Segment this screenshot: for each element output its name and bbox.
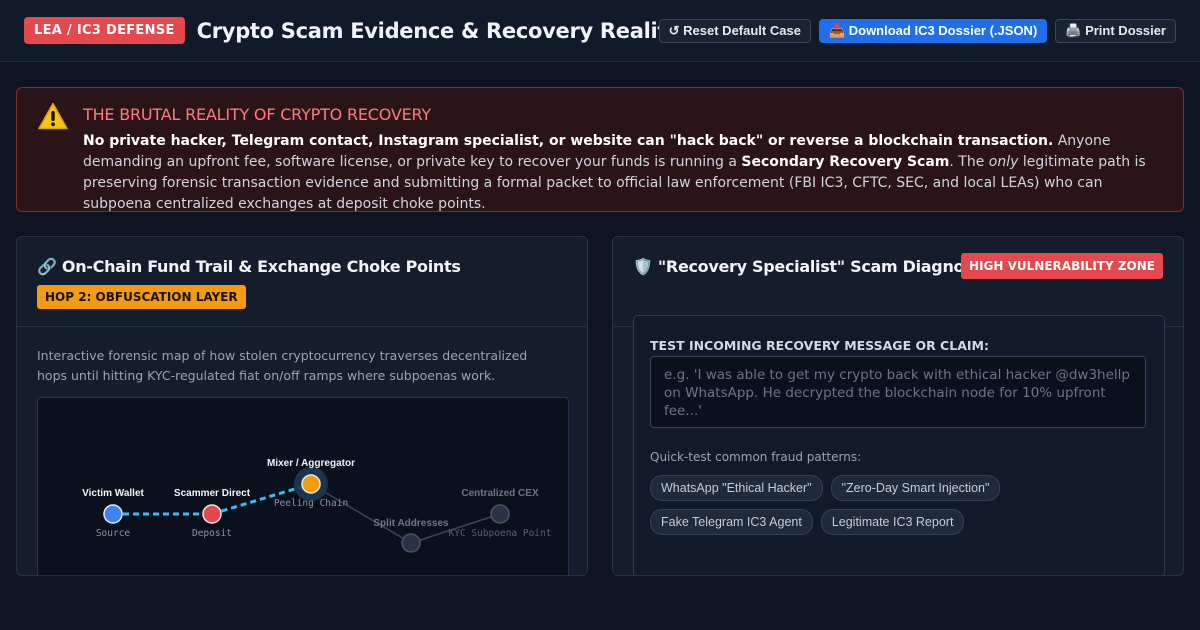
alert-bold-term: Secondary Recovery Scam — [741, 154, 950, 170]
quick-test-label: Quick-test common fraud patterns: — [650, 450, 862, 464]
edge-mixer-split — [310, 483, 412, 544]
alert-bold-intro: No private hacker, Telegram contact, Ins… — [83, 133, 1054, 149]
node-mixer-label: Mixer / Aggregator — [267, 458, 355, 469]
node-scammer-direct-label: Scammer Direct — [174, 488, 251, 499]
diagnostic-title: 🛡️ "Recovery Specialist" Scam Diagnostic — [633, 257, 996, 276]
lea-badge: LEA / IC3 DEFENSE — [24, 17, 185, 44]
node-mixer-dot[interactable] — [301, 474, 321, 494]
fund-trail-header: 🔗 On-Chain Fund Trail & Exchange Choke P… — [17, 237, 587, 327]
node-mixer[interactable]: Mixer / Aggregator Peeling Chain — [267, 458, 355, 509]
fund-trail-description: Interactive forensic map of how stolen c… — [37, 348, 528, 383]
chip-whatsapp-ethical-hacker[interactable]: WhatsApp "Ethical Hacker" — [650, 475, 823, 501]
node-scammer-direct-dot[interactable] — [202, 504, 222, 524]
print-dossier-button[interactable]: 🖨️ Print Dossier — [1055, 19, 1176, 43]
fraud-pattern-chips: WhatsApp "Ethical Hacker" "Zero-Day Smar… — [650, 475, 1150, 535]
alert-title: THE BRUTAL REALITY OF CRYPTO RECOVERY — [83, 105, 431, 124]
node-victim-wallet-sub: Source — [96, 528, 131, 539]
recovery-reality-alert: THE BRUTAL REALITY OF CRYPTO RECOVERY No… — [16, 87, 1184, 212]
alert-italic-word: only — [988, 154, 1019, 170]
scam-diagnostic-panel: 🛡️ "Recovery Specialist" Scam Diagnostic… — [612, 236, 1184, 576]
node-cex-sub: KYC Subpoena Point — [449, 528, 552, 539]
test-message-label: TEST INCOMING RECOVERY MESSAGE OR CLAIM: — [650, 338, 989, 353]
node-split-label: Split Addresses — [373, 518, 449, 529]
recovery-message-input[interactable] — [650, 356, 1146, 428]
node-scammer-direct-sub: Deposit — [192, 528, 232, 539]
message-test-box: TEST INCOMING RECOVERY MESSAGE OR CLAIM:… — [633, 315, 1165, 575]
forensic-map: Victim Wallet Source Scammer Direct Depo… — [37, 397, 569, 575]
node-victim-wallet-dot[interactable] — [103, 504, 123, 524]
download-dossier-button[interactable]: 📥 Download IC3 Dossier (.JSON) — [818, 19, 1048, 43]
vulnerability-zone-badge: HIGH VULNERABILITY ZONE — [961, 253, 1163, 279]
hop-status-badge: HOP 2: OBFUSCATION LAYER — [37, 285, 246, 309]
app-header: LEA / IC3 DEFENSE Crypto Scam Evidence &… — [0, 0, 1200, 62]
header-actions: ↺ Reset Default Case 📥 Download IC3 Doss… — [658, 19, 1176, 43]
node-cex-label: Centralized CEX — [461, 488, 539, 499]
fund-trail-panel: 🔗 On-Chain Fund Trail & Exchange Choke P… — [16, 236, 588, 576]
alert-body: No private hacker, Telegram contact, Ins… — [83, 131, 1163, 215]
diagnostic-header: 🛡️ "Recovery Specialist" Scam Diagnostic… — [613, 237, 1183, 327]
alert-text-2: . The — [949, 154, 989, 170]
node-centralized-cex[interactable]: Centralized CEX KYC Subpoena Point — [449, 488, 552, 539]
fund-trail-graph: Victim Wallet Source Scammer Direct Depo… — [82, 458, 552, 553]
node-mixer-sub: Peeling Chain — [274, 498, 348, 509]
chip-fake-telegram-ic3-agent[interactable]: Fake Telegram IC3 Agent — [650, 509, 813, 535]
chip-legitimate-ic3-report[interactable]: Legitimate IC3 Report — [820, 509, 965, 535]
warning-icon — [38, 102, 68, 130]
chip-zero-day-smart-injection[interactable]: "Zero-Day Smart Injection" — [830, 475, 1001, 501]
fund-trail-title: 🔗 On-Chain Fund Trail & Exchange Choke P… — [37, 257, 461, 276]
node-victim-wallet-label: Victim Wallet — [82, 488, 144, 499]
node-split-dot[interactable] — [401, 533, 421, 553]
node-cex-dot[interactable] — [490, 504, 510, 524]
reset-default-case-button[interactable]: ↺ Reset Default Case — [658, 19, 811, 43]
